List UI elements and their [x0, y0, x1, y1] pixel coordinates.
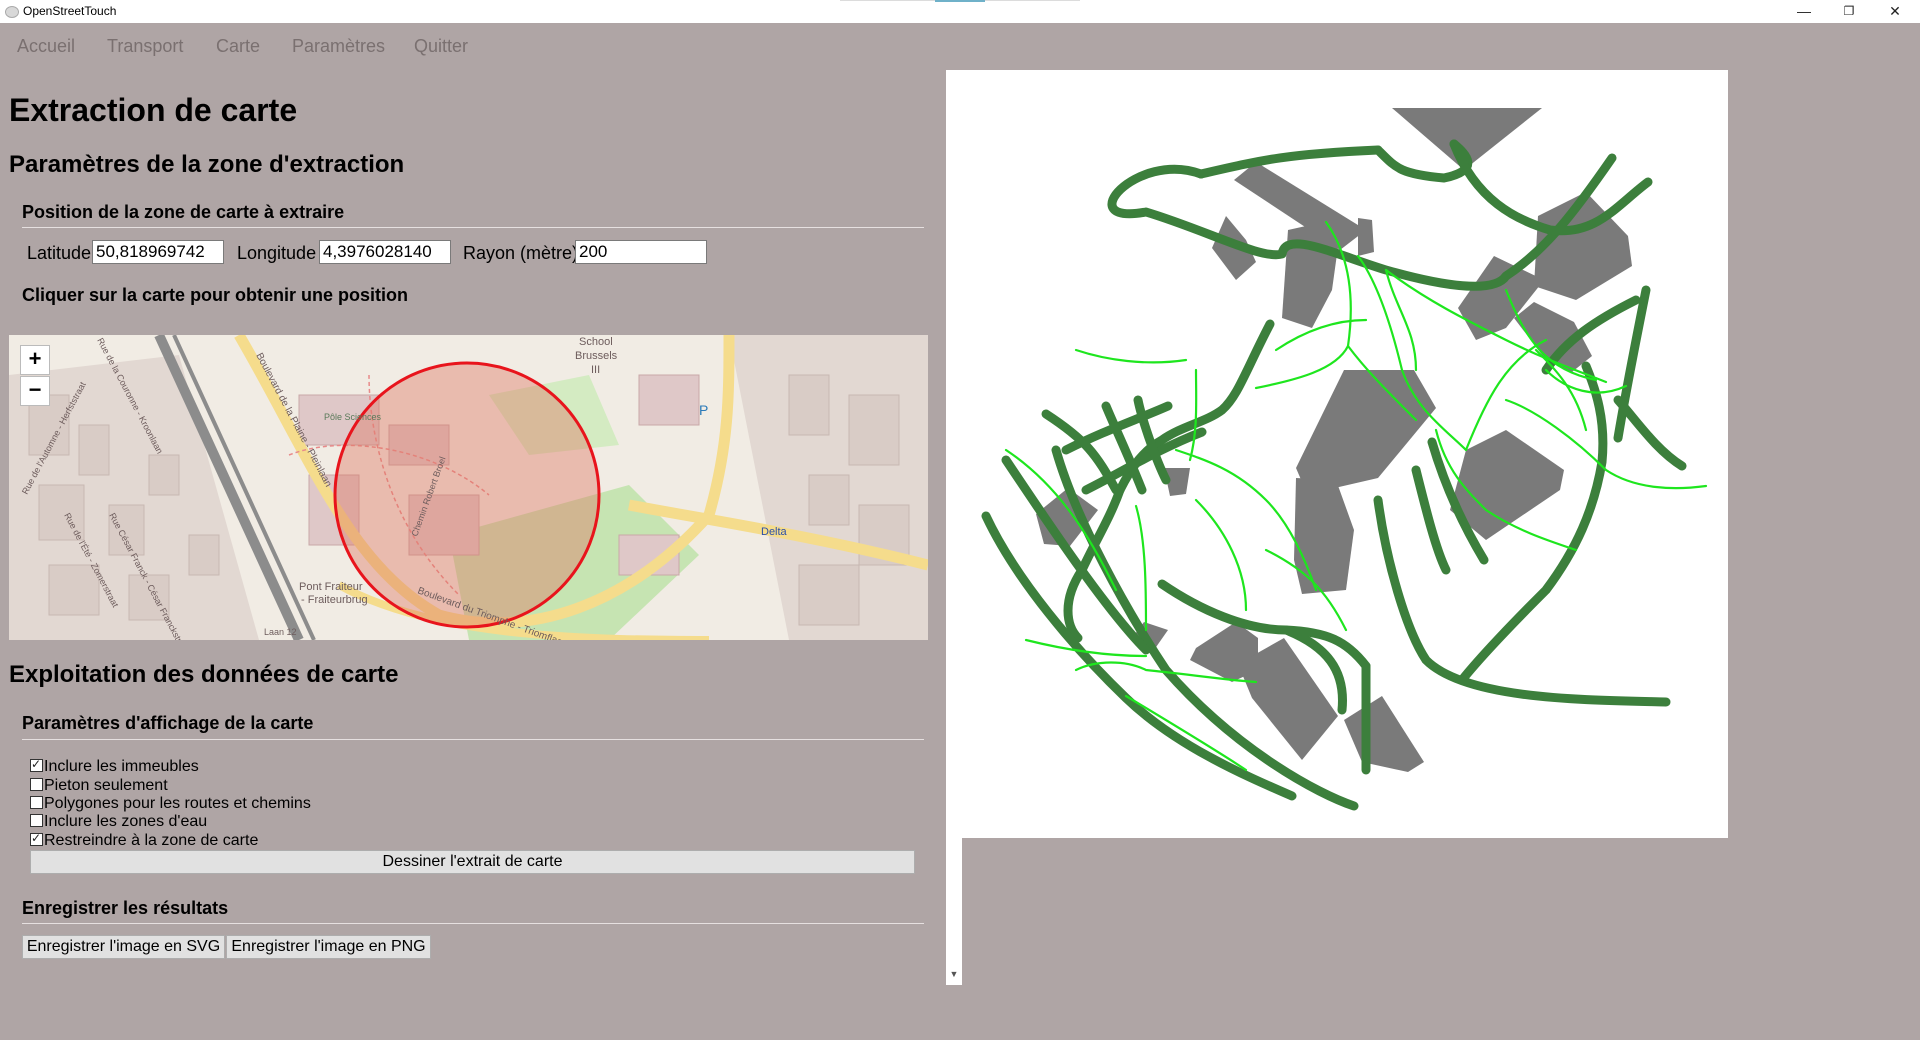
map-label-school: School [579, 336, 613, 348]
save-svg-button[interactable]: Enregistrer l'image en SVG [22, 935, 225, 959]
map-label-brussels: Brussels [575, 350, 618, 362]
option-polygons-roads[interactable]: Polygones pour les routes et chemins [30, 795, 311, 813]
option-include-water[interactable]: Inclure les zones d'eau [30, 813, 207, 831]
radius-input[interactable] [575, 240, 707, 264]
map-extract-drawing [981, 108, 1708, 811]
map-view[interactable]: School Brussels III Pôle Sciences Chemin… [9, 335, 928, 640]
option-label: Inclure les immeubles [44, 758, 199, 775]
checkbox[interactable] [30, 796, 43, 809]
checkbox[interactable] [30, 755, 43, 773]
option-restrict-zone[interactable]: Restreindre à la zone de carte [30, 829, 259, 850]
draw-map-button[interactable]: Dessiner l'extrait de carte [30, 850, 915, 874]
menu-item-accueil[interactable]: Accueil [17, 36, 75, 57]
zoom-in-button[interactable]: + [20, 345, 50, 375]
svg-text:- Fraiteurbrug: - Fraiteurbrug [301, 594, 368, 606]
menu-item-transport[interactable]: Transport [107, 36, 183, 57]
option-label: Restreindre à la zone de carte [44, 832, 259, 849]
separator [22, 923, 924, 924]
option-include-buildings[interactable]: Inclure les immeubles [30, 755, 199, 776]
checkbox[interactable] [30, 814, 43, 827]
zoom-out-button[interactable]: − [20, 376, 50, 406]
app-icon [5, 6, 19, 18]
svg-text:III: III [591, 364, 600, 376]
menu-item-parametres[interactable]: Paramètres [292, 36, 385, 57]
minimize-icon[interactable]: — [1781, 0, 1827, 23]
menu-bar: Accueil Transport Carte Paramètres Quitt… [0, 23, 1920, 71]
checkbox[interactable] [30, 778, 43, 791]
option-label: Inclure les zones d'eau [44, 813, 208, 830]
option-pedestrian-only[interactable]: Pieton seulement [30, 777, 168, 795]
option-label: Polygones pour les routes et chemins [44, 795, 311, 812]
title-bar: OpenStreetTouch — ❐ ✕ [0, 0, 1920, 23]
save-heading: Enregistrer les résultats [22, 898, 229, 918]
longitude-input[interactable] [319, 240, 451, 264]
longitude-label: Longitude [237, 243, 317, 263]
svg-text:Pôle Sciences: Pôle Sciences [324, 412, 382, 422]
map-extract-preview [946, 70, 1728, 838]
checkbox[interactable] [30, 829, 43, 847]
display-heading: Paramètres d'affichage de la carte [22, 713, 314, 733]
exploit-section-title: Exploitation des données de carte [9, 661, 399, 688]
svg-text:Delta: Delta [761, 526, 788, 538]
menu-item-carte[interactable]: Carte [216, 36, 260, 57]
radius-label: Rayon (mètre) [463, 243, 579, 263]
position-heading: Position de la zone de carte à extraire [22, 202, 345, 222]
svg-text:Laan 12: Laan 12 [264, 627, 297, 637]
svg-text:Pont Fraiteur: Pont Fraiteur [299, 581, 363, 593]
latitude-input[interactable] [92, 240, 224, 264]
scroll-down-icon[interactable]: ▼ [946, 969, 962, 979]
restore-icon[interactable]: ❐ [1826, 0, 1872, 23]
svg-text:P: P [699, 402, 708, 418]
page-title: Extraction de carte [9, 92, 298, 128]
option-label: Pieton seulement [44, 777, 168, 794]
separator [22, 227, 924, 228]
click-hint: Cliquer sur la carte pour obtenir une po… [22, 285, 409, 305]
window-title: OpenStreetTouch [23, 4, 117, 18]
map-tiles: School Brussels III Pôle Sciences Chemin… [9, 335, 928, 640]
save-png-button[interactable]: Enregistrer l'image en PNG [226, 935, 431, 959]
latitude-label: Latitude [27, 243, 92, 263]
close-icon[interactable]: ✕ [1872, 0, 1918, 23]
separator [22, 739, 924, 740]
title-bar-accent [935, 0, 985, 2]
zone-section-title: Paramètres de la zone d'extraction [9, 151, 405, 178]
menu-item-quitter[interactable]: Quitter [414, 36, 468, 57]
